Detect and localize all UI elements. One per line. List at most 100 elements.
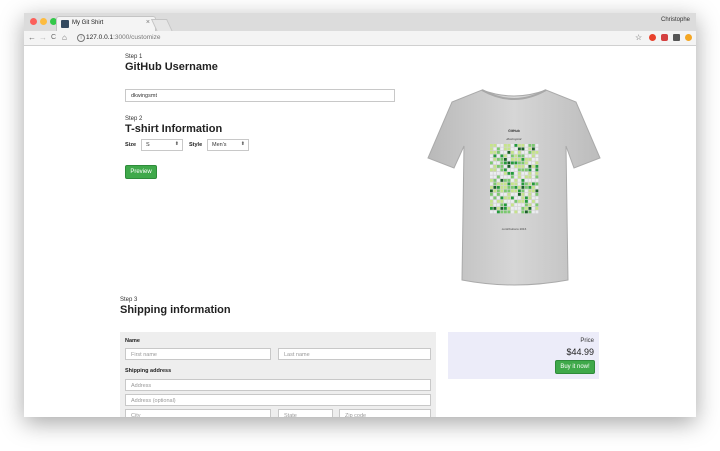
contribution-cell <box>514 168 518 172</box>
contribution-cell <box>532 165 535 168</box>
close-window-button[interactable] <box>30 18 37 25</box>
contribution-cell <box>493 193 497 196</box>
contribution-cell <box>504 207 507 210</box>
state-input[interactable]: State <box>278 409 333 417</box>
contribution-cell <box>535 200 539 203</box>
contribution-cell <box>532 189 535 193</box>
contribution-cell <box>493 161 497 165</box>
contribution-cell <box>493 172 497 175</box>
pocket-extension-icon[interactable] <box>661 34 668 41</box>
tab-title: My Git Shirt <box>72 20 104 26</box>
contribution-cell <box>504 154 507 158</box>
city-input[interactable]: City <box>125 409 271 417</box>
contribution-cell <box>497 179 500 182</box>
back-icon[interactable]: ← <box>28 33 36 43</box>
contribution-cell <box>504 161 507 165</box>
contribution-cell <box>525 182 528 186</box>
contribution-cell <box>528 207 532 210</box>
contribution-cell <box>500 175 504 179</box>
contribution-cell <box>511 172 514 175</box>
contribution-cell <box>528 200 532 203</box>
last-name-input[interactable]: Last name <box>278 348 431 360</box>
contribution-cell <box>493 175 497 179</box>
contribution-cell <box>521 161 525 165</box>
contribution-cell <box>504 158 507 161</box>
contribution-cell <box>507 186 511 189</box>
contribution-cell <box>528 203 532 207</box>
contribution-cell <box>525 200 528 203</box>
size-select[interactable]: S ⬍ <box>141 139 183 151</box>
contribution-cell <box>514 175 518 179</box>
contribution-cell <box>511 186 514 189</box>
contribution-cell <box>490 161 493 165</box>
contribution-cell <box>514 182 518 186</box>
forward-icon[interactable]: → <box>39 33 47 43</box>
contribution-cell <box>532 175 535 179</box>
contribution-cell <box>525 151 528 154</box>
tab-close-icon[interactable]: × <box>146 19 150 26</box>
buy-now-button[interactable]: Buy it now! <box>555 360 595 374</box>
minimize-window-button[interactable] <box>40 18 47 25</box>
contribution-cell <box>528 175 532 179</box>
favicon-icon <box>61 20 69 28</box>
contribution-cell <box>525 158 528 161</box>
address-bar[interactable]: 127.0.0.1:3000/customize <box>86 34 160 41</box>
contribution-cell <box>535 207 539 210</box>
contribution-cell <box>493 151 497 154</box>
contribution-cell <box>490 154 493 158</box>
home-icon[interactable]: ⌂ <box>62 33 67 43</box>
contribution-cell <box>490 144 493 147</box>
contribution-cell <box>525 165 528 168</box>
contribution-cell <box>507 158 511 161</box>
contribution-cell <box>504 165 507 168</box>
contribution-cell <box>490 207 493 210</box>
notification-extension-icon[interactable] <box>685 34 692 41</box>
contribution-cell <box>493 154 497 158</box>
contribution-cell <box>490 158 493 161</box>
contribution-cell <box>507 172 511 175</box>
contribution-cell <box>518 182 521 186</box>
contribution-cell <box>504 175 507 179</box>
browser-window: My Git Shirt × Christophe ← → C ⌂ i 127.… <box>24 13 696 417</box>
contribution-cell <box>504 144 507 147</box>
contribution-cell <box>535 161 539 165</box>
contribution-cell <box>500 144 504 147</box>
style-select[interactable]: Men's ⬍ <box>207 139 249 151</box>
contribution-cell <box>528 193 532 196</box>
preview-button[interactable]: Preview <box>125 165 157 179</box>
contribution-cell <box>528 151 532 154</box>
username-input[interactable]: dkwingsmt <box>125 89 395 102</box>
contribution-cell <box>514 147 518 151</box>
contribution-cell <box>525 203 528 207</box>
address2-input[interactable]: Address (optional) <box>125 394 431 406</box>
contribution-cell <box>535 172 539 175</box>
contribution-cell <box>490 193 493 196</box>
contribution-cell <box>532 144 535 147</box>
select-arrows-icon: ⬍ <box>240 141 245 147</box>
opera-extension-icon[interactable] <box>649 34 656 41</box>
reload-icon[interactable]: C <box>51 33 56 43</box>
contribution-cell <box>535 158 539 161</box>
contribution-cell <box>493 189 497 193</box>
contribution-cell <box>490 151 493 154</box>
first-name-input[interactable]: First name <box>125 348 271 360</box>
contribution-cell <box>504 186 507 189</box>
browser-tab[interactable]: My Git Shirt × <box>56 16 156 32</box>
contribution-cell <box>521 207 525 210</box>
contribution-cell <box>511 147 514 151</box>
contribution-cell <box>514 144 518 147</box>
screenshot-extension-icon[interactable] <box>673 34 680 41</box>
profile-name[interactable]: Christophe <box>661 17 690 23</box>
contribution-cell <box>525 147 528 151</box>
contribution-cell <box>528 154 532 158</box>
contribution-cell <box>511 182 514 186</box>
bookmark-star-icon[interactable]: ☆ <box>635 33 642 43</box>
contribution-cell <box>532 207 535 210</box>
contribution-cell <box>525 193 528 196</box>
contribution-cell <box>493 210 497 214</box>
contribution-cell <box>490 200 493 203</box>
zip-input[interactable]: Zip code <box>339 409 431 417</box>
address-input[interactable]: Address <box>125 379 431 391</box>
contribution-cell <box>518 158 521 161</box>
site-info-icon[interactable]: i <box>77 34 85 42</box>
